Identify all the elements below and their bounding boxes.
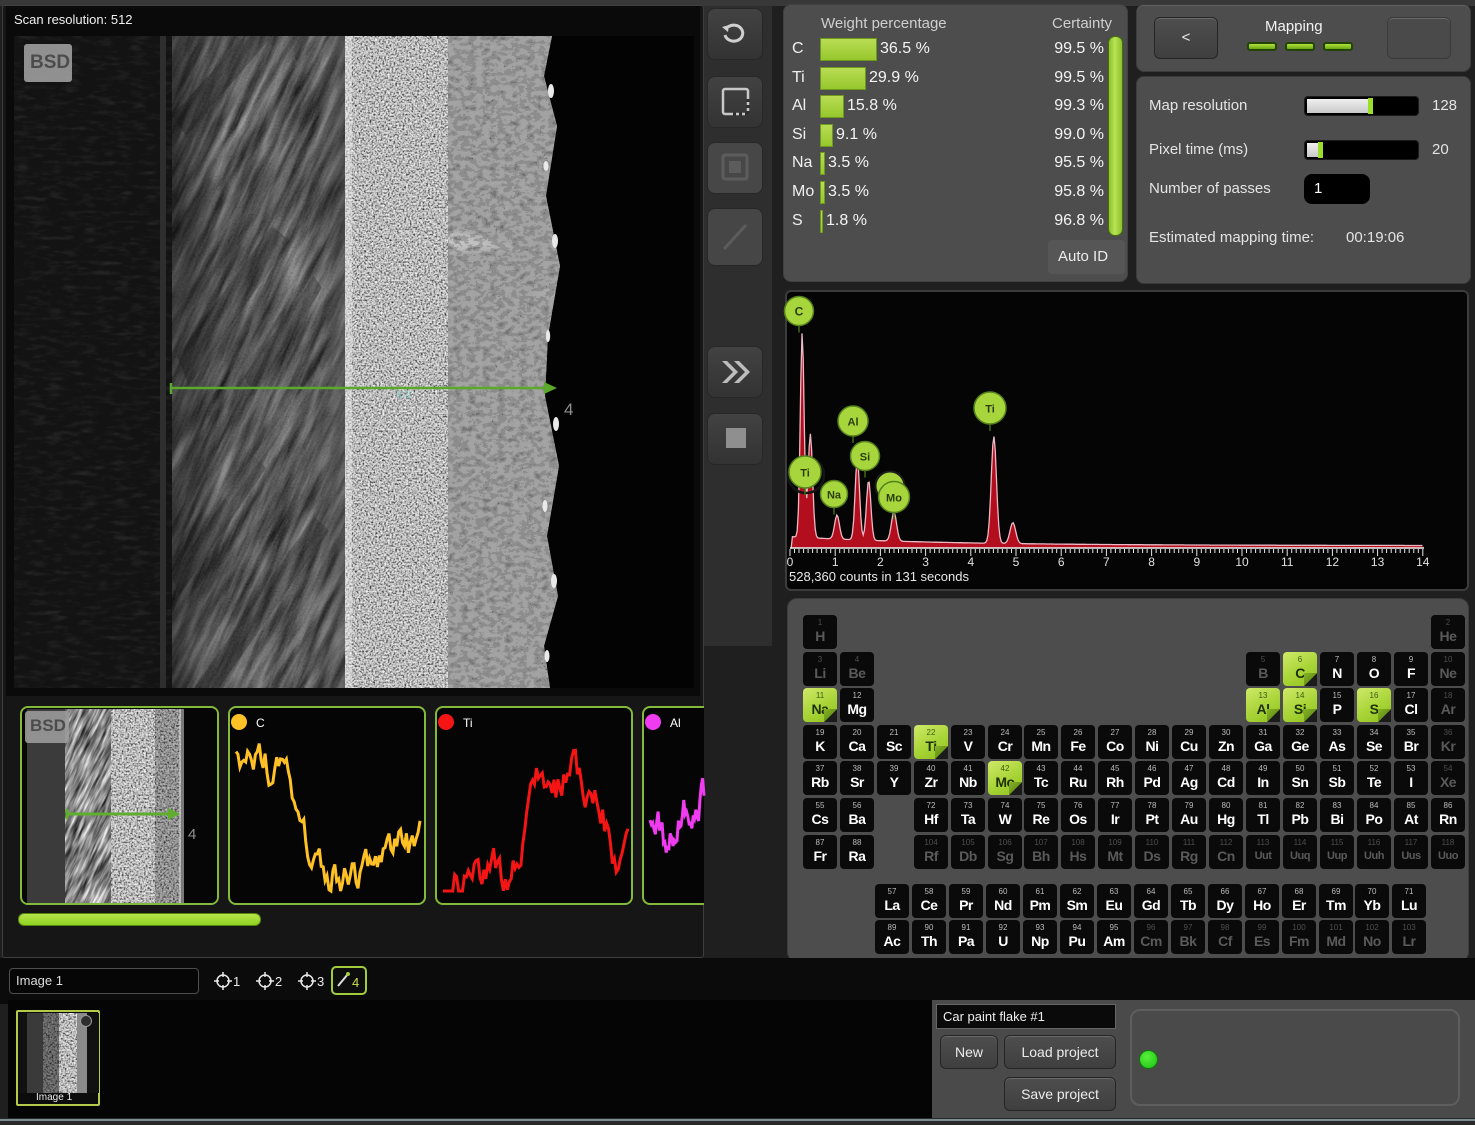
svg-text:Ti: Ti	[985, 404, 995, 416]
svg-text:C: C	[795, 305, 804, 319]
svg-text:1: 1	[233, 974, 240, 989]
svg-text:Na: Na	[827, 490, 842, 502]
svg-text:Si: Si	[860, 452, 870, 464]
svg-text:9: 9	[1193, 555, 1200, 569]
svg-text:5: 5	[1013, 555, 1020, 569]
svg-text:3: 3	[922, 555, 929, 569]
svg-text:1: 1	[832, 555, 839, 569]
svg-text:2: 2	[877, 555, 884, 569]
svg-text:0: 0	[787, 555, 794, 569]
svg-text:4: 4	[352, 975, 359, 990]
svg-text:4: 4	[967, 555, 974, 569]
svg-text:14: 14	[1416, 555, 1430, 569]
svg-text:10: 10	[1235, 555, 1249, 569]
svg-text:11: 11	[1281, 555, 1294, 569]
svg-text:Ti: Ti	[800, 468, 810, 480]
svg-text:528,360 counts in 131 seconds: 528,360 counts in 131 seconds	[789, 569, 969, 584]
svg-text:6: 6	[1058, 555, 1065, 569]
svg-text:13: 13	[1371, 555, 1385, 569]
svg-text:2: 2	[275, 974, 282, 989]
svg-text:Al: Al	[848, 417, 859, 429]
svg-text:3: 3	[317, 974, 324, 989]
svg-text:Mo: Mo	[886, 493, 902, 505]
svg-text:8: 8	[1148, 555, 1155, 569]
svg-text:12: 12	[1326, 555, 1340, 569]
svg-text:7: 7	[1103, 555, 1110, 569]
